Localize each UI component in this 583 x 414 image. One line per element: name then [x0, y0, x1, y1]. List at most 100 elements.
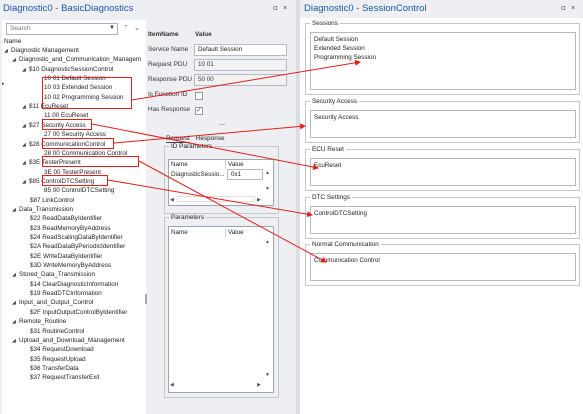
expand-icon[interactable]: ◢ — [22, 141, 29, 151]
dtc-settings-legend: DTC Settings — [312, 194, 351, 201]
normal-communication-list[interactable]: Communication Control — [310, 253, 576, 281]
pin-icon[interactable]: ⫏ — [561, 5, 565, 12]
session-item-default[interactable]: Default Session — [311, 35, 575, 44]
tree-item[interactable]: $87 LinkControl — [30, 196, 74, 206]
expand-icon[interactable]: ◢ — [12, 318, 19, 328]
tab-request[interactable]: Request — [166, 135, 190, 143]
id-params-row-value[interactable]: 0x1 — [227, 169, 263, 180]
expand-icon[interactable]: ◢ — [12, 271, 19, 281]
tree-item[interactable]: $24 ReadScalingDataByIdentifier — [30, 233, 123, 243]
session-item-programming[interactable]: Programming Session — [311, 53, 575, 62]
search-prev-icon[interactable]: ⌃ — [123, 24, 129, 32]
h-scrollbar-thumb[interactable] — [177, 196, 255, 202]
expand-icon[interactable]: ◢ — [12, 56, 19, 66]
tree-item-label: $10 DiagnosticSessionControl — [29, 65, 114, 73]
params-scroll-down-icon[interactable]: ▼ — [265, 372, 270, 378]
security-access-list[interactable]: Security Access — [310, 110, 576, 138]
tree-item-label: $87 LinkControl — [30, 196, 75, 204]
request-response-tabs: Request Response — [166, 135, 231, 143]
tree-item[interactable]: $19 ReadDTCInformation — [30, 289, 102, 299]
expand-icon[interactable]: ◢ — [4, 47, 11, 57]
tab-response[interactable]: Response — [196, 135, 225, 142]
response-pdu-label: Response PDU — [148, 76, 193, 83]
expand-icon[interactable]: ◢ — [22, 66, 29, 76]
col-divider — [225, 160, 226, 169]
tree-item-label: $3D WriteMemoryByAddress — [30, 262, 112, 270]
sessions-list[interactable]: Default Session Extended Session Program… — [310, 32, 576, 90]
tree-item[interactable]: $31 RoutineControl — [30, 327, 84, 337]
is-function-id-checkbox[interactable] — [195, 92, 203, 100]
request-pdu-label: Request PDU — [148, 61, 188, 68]
params-col-value: Value — [228, 229, 244, 236]
tree-item-label: $34 RequestDownload — [30, 346, 94, 354]
tree-item[interactable]: $23 ReadMemoryByAddress — [30, 224, 111, 234]
tree-item[interactable]: $2A ReadDataByPeriodicIdentifier — [30, 242, 125, 252]
expand-icon[interactable]: ◢ — [22, 178, 29, 188]
highlight-session-items — [42, 77, 132, 109]
request-pdu-field[interactable]: 10 01 — [194, 59, 287, 71]
left-window-controls: ⫏ × — [267, 5, 287, 13]
col-itemname: ItemName — [148, 31, 179, 38]
parameters-grid[interactable] — [168, 226, 274, 393]
tree-item[interactable]: $2F InputOutputControlByIdentifier — [30, 308, 127, 318]
id-parameters-legend: ID Parameters — [171, 143, 213, 150]
tree-item[interactable]: $35 RequestUpload — [30, 355, 86, 365]
tree-item[interactable]: $37 RequestTransferExit — [30, 373, 99, 383]
expand-icon[interactable]: ◢ — [22, 103, 29, 113]
tree-item[interactable]: $34 RequestDownload — [30, 345, 94, 355]
search-next-icon[interactable]: ⌄ — [134, 24, 140, 32]
tree-item-label: Diagnostic_and_Communication_Managem — [19, 56, 142, 64]
tree-item-label: $24 ReadScalingDataByIdentifier — [30, 234, 123, 241]
params-scroll-right-icon[interactable]: ▶ — [257, 382, 261, 388]
tree-scrollbar[interactable] — [145, 294, 147, 304]
communication-control-item[interactable]: Communication Control — [311, 256, 575, 265]
id-params-row-name[interactable]: DiagnosticSessio... — [171, 171, 225, 178]
tree-item-label: $2A ReadDataByPeriodicIdentifier — [30, 243, 126, 251]
params-scroll-up-icon[interactable]: ▲ — [265, 239, 270, 245]
expand-icon[interactable]: ◢ — [12, 337, 19, 347]
has-response-label: Has Response — [148, 106, 190, 113]
dtc-settings-item[interactable]: ControlDTCSetting — [311, 209, 575, 218]
expand-icon[interactable]: ◢ — [22, 122, 29, 132]
tree-item-label: $36 TransferData — [30, 364, 79, 372]
right-window-controls: ⫏ × — [555, 5, 575, 13]
id-params-col-value: Value — [228, 161, 244, 168]
expand-icon[interactable]: ◢ — [12, 299, 19, 309]
response-pdu-field[interactable]: 50 00 — [194, 74, 287, 86]
close-icon[interactable]: × — [283, 5, 287, 12]
has-response-checkbox[interactable]: ✓ — [195, 107, 203, 115]
dtc-settings-list[interactable]: ControlDTCSetting — [310, 206, 576, 234]
expand-icon[interactable]: ◢ — [12, 206, 19, 216]
tree-item-label: Stored_Data_Transmission — [19, 271, 96, 279]
ecu-reset-item[interactable]: EcuReset — [311, 161, 575, 170]
tree-item[interactable]: $14 ClearDiagnosticInformation — [30, 280, 118, 290]
service-name-field[interactable]: Default Session — [194, 44, 287, 56]
expand-icon[interactable]: ◢ — [22, 159, 29, 169]
tree-item-label: Remote_Routine — [19, 318, 67, 326]
scroll-up-icon[interactable]: ▲ — [265, 170, 270, 176]
tree-item[interactable]: $3D WriteMemoryByAddress — [30, 261, 111, 271]
left-window-title: Diagnostic0 - BasicDiagnostics — [3, 3, 134, 14]
session-item-extended[interactable]: Extended Session — [311, 44, 575, 53]
sessions-legend: Sessions — [312, 20, 338, 27]
right-window-title: Diagnostic0 - SessionControl — [304, 3, 427, 14]
params-scroll-left-icon[interactable]: ◀ — [170, 382, 174, 388]
tree-item[interactable]: 85 00 ControlDTCSetting — [44, 186, 114, 196]
security-access-legend: Security Access — [312, 98, 358, 105]
col-divider-2 — [225, 228, 226, 237]
tree-item-label: Upload_and_Download_Management — [19, 336, 125, 344]
tree-item[interactable]: $36 TransferData — [30, 364, 79, 374]
close-icon[interactable]: × — [571, 5, 575, 12]
separator-dash: — — [219, 121, 226, 128]
scroll-down-icon[interactable]: ▼ — [265, 186, 270, 192]
pin-icon[interactable]: ⫏ — [273, 5, 277, 12]
col-value: Value — [195, 31, 212, 38]
search-input[interactable]: Search ▼ — [6, 23, 118, 35]
scroll-right-icon[interactable]: ▶ — [257, 197, 261, 203]
tree-item[interactable]: $2E WriteDataByIdentifier — [30, 252, 102, 262]
chevron-down-icon[interactable]: ▼ — [109, 25, 115, 31]
security-access-item[interactable]: Security Access — [311, 113, 575, 122]
tree-item[interactable]: $22 ReadDataByIdentifier — [30, 214, 102, 224]
ecu-reset-list[interactable]: EcuReset — [310, 158, 576, 186]
scroll-left-icon[interactable]: ◀ — [170, 197, 174, 203]
